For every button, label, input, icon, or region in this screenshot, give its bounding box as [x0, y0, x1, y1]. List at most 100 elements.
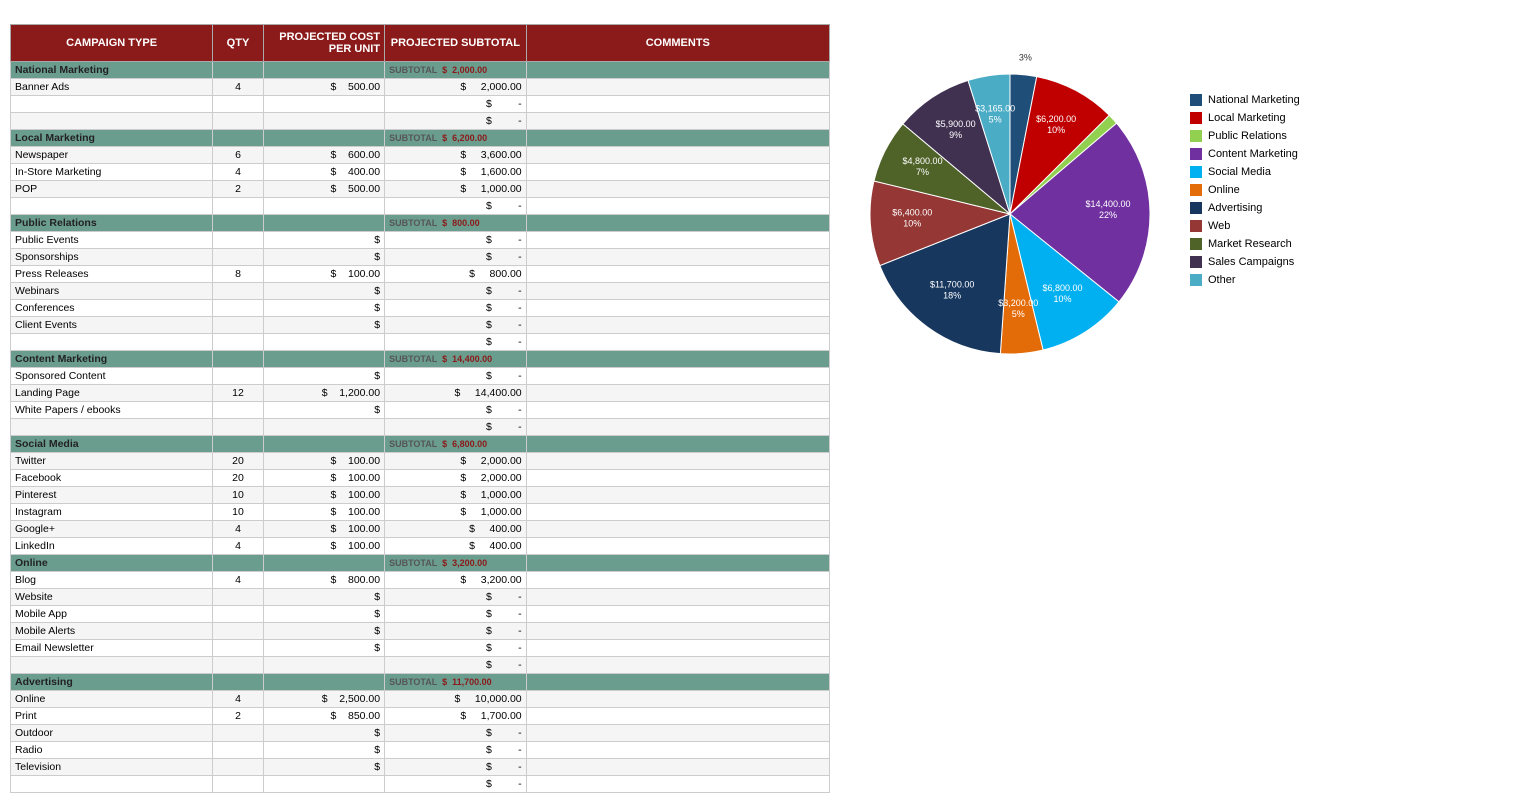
table-row: $ -: [11, 419, 830, 436]
item-subtotal: $ -: [385, 606, 527, 623]
item-subtotal: $ -: [385, 776, 527, 793]
legend-color-swatch: [1190, 220, 1202, 232]
table-row: Print 2 $ 850.00 $ 1,700.00: [11, 708, 830, 725]
item-qty: 4: [213, 691, 264, 708]
pie-label: $6,400.00: [892, 207, 932, 217]
category-name: Social Media: [11, 436, 213, 453]
item-name: Sponsored Content: [11, 368, 213, 385]
item-name: Sponsorships: [11, 249, 213, 266]
table-row: Mobile App $ $ -: [11, 606, 830, 623]
item-comments: [526, 521, 829, 538]
item-qty: [213, 198, 264, 215]
table-row: White Papers / ebooks $ $ -: [11, 402, 830, 419]
item-qty: [213, 776, 264, 793]
item-comments: [526, 385, 829, 402]
item-cost: $: [263, 283, 384, 300]
pie-chart: $2,000.003%$6,200.0010%$14,400.0022%$6,8…: [850, 54, 1170, 374]
legend-color-swatch: [1190, 274, 1202, 286]
item-name: POP: [11, 181, 213, 198]
item-cost: $ 100.00: [263, 470, 384, 487]
pie-label: 10%: [1047, 125, 1065, 135]
item-cost: $ 100.00: [263, 487, 384, 504]
item-subtotal: $ 1,000.00: [385, 487, 527, 504]
item-name: [11, 334, 213, 351]
table-row: $ -: [11, 113, 830, 130]
item-subtotal: $ 2,000.00: [385, 453, 527, 470]
item-subtotal: $ 400.00: [385, 521, 527, 538]
item-cost: $ 100.00: [263, 521, 384, 538]
category-name: Advertising: [11, 674, 213, 691]
item-subtotal: $ 1,000.00: [385, 504, 527, 521]
item-subtotal: $ 3,200.00: [385, 572, 527, 589]
item-cost: $: [263, 402, 384, 419]
pie-label: 18%: [943, 291, 961, 301]
item-subtotal: $ -: [385, 419, 527, 436]
item-qty: 8: [213, 266, 264, 283]
item-comments: [526, 368, 829, 385]
item-name: Client Events: [11, 317, 213, 334]
item-qty: [213, 419, 264, 436]
table-row: $ -: [11, 334, 830, 351]
item-subtotal: $ 1,600.00: [385, 164, 527, 181]
item-qty: [213, 334, 264, 351]
table-row: Sponsorships $ $ -: [11, 249, 830, 266]
item-cost: $: [263, 623, 384, 640]
legend-item: National Marketing: [1190, 94, 1300, 106]
item-comments: [526, 538, 829, 555]
legend-item: Sales Campaigns: [1190, 256, 1300, 268]
item-comments: [526, 470, 829, 487]
item-cost: $ 600.00: [263, 147, 384, 164]
item-cost: $: [263, 725, 384, 742]
item-name: [11, 96, 213, 113]
pie-label: $6,800.00: [1042, 283, 1082, 293]
col-header-subtotal: PROJECTED SUBTOTAL: [385, 25, 527, 62]
chart-section: $2,000.003%$6,200.0010%$14,400.0022%$6,8…: [850, 24, 1506, 374]
main-layout: CAMPAIGN TYPE QTY PROJECTED COST PER UNI…: [10, 24, 1506, 793]
item-qty: 10: [213, 487, 264, 504]
table-row: Outdoor $ $ -: [11, 725, 830, 742]
item-qty: [213, 725, 264, 742]
item-name: Press Releases: [11, 266, 213, 283]
pie-label: 22%: [1099, 210, 1117, 220]
legend-label: Other: [1208, 274, 1236, 286]
item-cost: [263, 198, 384, 215]
col-header-cost: PROJECTED COST PER UNIT: [263, 25, 384, 62]
item-comments: [526, 113, 829, 130]
item-cost: [263, 419, 384, 436]
item-qty: 4: [213, 164, 264, 181]
item-comments: [526, 317, 829, 334]
item-qty: [213, 283, 264, 300]
pie-label: 10%: [1054, 294, 1072, 304]
legend-item: Other: [1190, 274, 1300, 286]
legend-label: Social Media: [1208, 166, 1271, 178]
item-comments: [526, 572, 829, 589]
legend-item: Online: [1190, 184, 1300, 196]
item-cost: $ 400.00: [263, 164, 384, 181]
item-qty: [213, 96, 264, 113]
item-name: LinkedIn: [11, 538, 213, 555]
col-header-comments: COMMENTS: [526, 25, 829, 62]
table-row: $ -: [11, 96, 830, 113]
chart-legend: National Marketing Local Marketing Publi…: [1190, 54, 1300, 286]
legend-item: Public Relations: [1190, 130, 1300, 142]
item-cost: [263, 657, 384, 674]
legend-item: Market Research: [1190, 238, 1300, 250]
table-row: Sponsored Content $ $ -: [11, 368, 830, 385]
item-subtotal: $ -: [385, 589, 527, 606]
item-name: Landing Page: [11, 385, 213, 402]
pie-label: 9%: [949, 130, 962, 140]
item-subtotal: $ -: [385, 640, 527, 657]
item-name: Mobile App: [11, 606, 213, 623]
category-name: Content Marketing: [11, 351, 213, 368]
item-cost: $ 2,500.00: [263, 691, 384, 708]
item-subtotal: $ 800.00: [385, 266, 527, 283]
category-name: Online: [11, 555, 213, 572]
item-qty: [213, 402, 264, 419]
item-cost: [263, 96, 384, 113]
item-qty: 2: [213, 708, 264, 725]
legend-item: Web: [1190, 220, 1300, 232]
table-row: Google+ 4 $ 100.00 $ 400.00: [11, 521, 830, 538]
category-row: AdvertisingSUBTOTAL $ 11,700.00: [11, 674, 830, 691]
item-subtotal: $ -: [385, 232, 527, 249]
item-qty: 4: [213, 572, 264, 589]
